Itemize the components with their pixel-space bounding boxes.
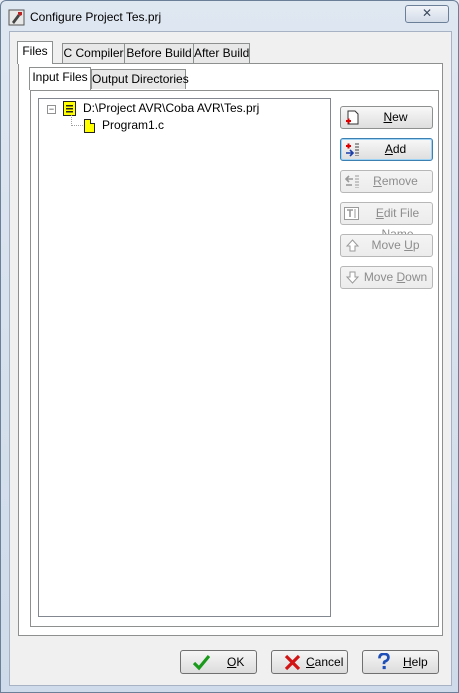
window-title: Configure Project Tes.prj — [30, 10, 162, 24]
c-file-icon — [84, 119, 95, 133]
remove-button[interactable]: Remove — [340, 170, 433, 193]
input-files-tree[interactable]: − D:\Project AVR\Coba AVR\Tes.prj Progra… — [38, 98, 331, 617]
close-icon: ✕ — [421, 6, 433, 20]
move-down-button[interactable]: Move Down — [340, 266, 433, 289]
tab-files[interactable]: Files — [17, 41, 53, 64]
tree-root-label: D:\Project AVR\Coba AVR\Tes.prj — [83, 101, 260, 115]
files-tab-panel: Input Files Output Directories − D:\Proj… — [18, 63, 443, 636]
project-file-icon — [63, 101, 76, 116]
add-button[interactable]: Add — [340, 138, 433, 161]
collapse-icon[interactable]: − — [47, 105, 56, 114]
tab-output-directories[interactable]: Output Directories — [91, 69, 189, 89]
title-bar[interactable]: Configure Project Tes.prj ✕ — [1, 1, 458, 33]
move-up-button[interactable]: Move Up — [340, 234, 433, 257]
tab-after-build[interactable]: After Build — [193, 43, 250, 63]
help-button[interactable]: Help — [362, 650, 439, 674]
ok-button[interactable]: OK — [180, 650, 257, 674]
tab-before-build[interactable]: Before Build — [124, 43, 194, 63]
tab-c-compiler[interactable]: C Compiler — [62, 43, 125, 63]
tree-child-node[interactable]: Program1.c — [39, 117, 329, 133]
new-button[interactable]: New — [340, 106, 433, 129]
x-icon — [284, 654, 301, 671]
question-icon — [378, 653, 390, 670]
cancel-button[interactable]: Cancel — [271, 650, 348, 674]
tree-child-label: Program1.c — [102, 118, 165, 132]
tab-input-files[interactable]: Input Files — [29, 67, 91, 90]
tree-root-node[interactable]: − D:\Project AVR\Coba AVR\Tes.prj — [39, 100, 329, 116]
dialog-client-area: Files C Compiler Before Build After Buil… — [9, 31, 452, 686]
edit-file-name-button[interactable]: Edit File Name — [340, 202, 433, 241]
tools-icon — [8, 9, 25, 26]
close-button[interactable]: ✕ — [405, 5, 449, 23]
checkmark-icon — [193, 654, 210, 671]
dialog-window: Configure Project Tes.prj ✕ Files C Comp… — [0, 0, 459, 693]
